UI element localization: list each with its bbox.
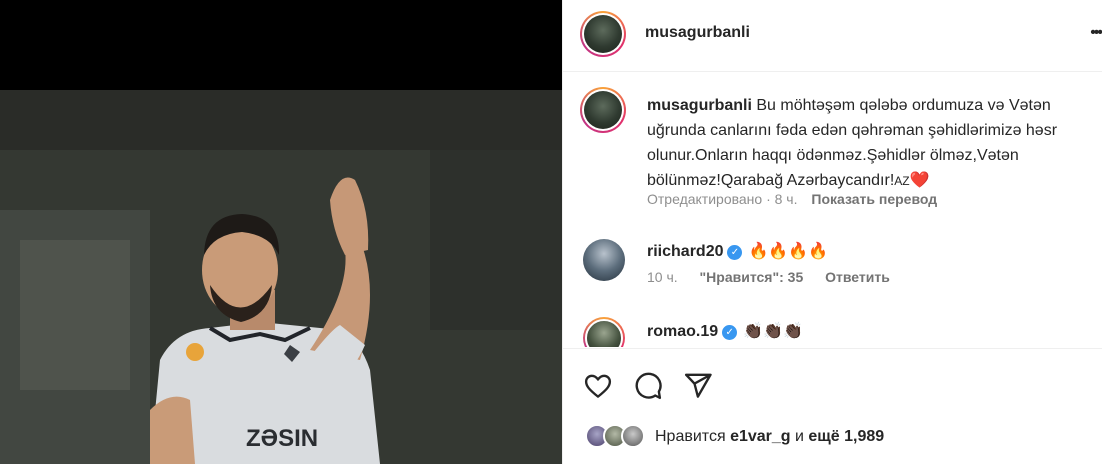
- share-icon[interactable]: [683, 371, 713, 401]
- comment-avatar[interactable]: [583, 317, 625, 347]
- likes-prefix: Нравится: [655, 428, 726, 445]
- caption-body: musagurbanli Bu möhtəşəm qələbə ordumuza…: [647, 93, 1087, 194]
- caption-meta: Отредактировано · 8 ч. Показать перевод: [647, 191, 937, 207]
- comment-icon[interactable]: [633, 371, 663, 401]
- comment-likes-count[interactable]: "Нравится": 35: [700, 269, 804, 285]
- liker-avatar: [621, 424, 645, 448]
- heart-icon[interactable]: [583, 371, 613, 401]
- likes-text: Нравится e1var_g и ещё 1,989: [655, 428, 884, 446]
- comment-text: 👏🏿👏🏿👏🏿: [743, 323, 803, 340]
- post-side-panel: musagurbanli ••• musagurbanli Bu möhtəşə…: [562, 0, 1102, 464]
- author-avatar[interactable]: [580, 11, 626, 57]
- post-header: musagurbanli •••: [563, 0, 1102, 72]
- post-actions: Нравится e1var_g и ещё 1,989: [563, 348, 1102, 464]
- comment-line: riichard20 ✓ 🔥🔥🔥🔥: [647, 241, 828, 261]
- comment-line: romao.19 ✓ 👏🏿👏🏿👏🏿: [647, 321, 803, 341]
- caption-edited-time: Отредактировано · 8 ч.: [647, 191, 798, 207]
- caption-username[interactable]: musagurbanli: [647, 97, 752, 114]
- likes-and: и: [795, 428, 804, 445]
- comment-username[interactable]: riichard20: [647, 243, 723, 260]
- see-translation-button[interactable]: Показать перевод: [811, 191, 937, 207]
- caption-suffix: AZ: [894, 174, 910, 188]
- verified-icon: ✓: [727, 245, 743, 260]
- more-options-icon[interactable]: •••: [1090, 24, 1102, 42]
- jersey-sponsor-text: ZƏSIN: [246, 425, 318, 452]
- liked-by-username[interactable]: e1var_g: [730, 428, 791, 445]
- comment-time: 10 ч.: [647, 269, 678, 285]
- comment-reply-button[interactable]: Ответить: [825, 269, 890, 285]
- heart-emoji-icon: ❤️: [909, 172, 930, 189]
- caption-author-avatar[interactable]: [580, 87, 626, 133]
- comment-avatar[interactable]: [583, 239, 625, 281]
- comment-text: 🔥🔥🔥🔥: [748, 243, 829, 260]
- comment-meta: 10 ч. "Нравится": 35 Ответить: [647, 269, 890, 285]
- post-photo: ZƏSIN: [0, 90, 562, 464]
- likes-others-count[interactable]: ещё 1,989: [808, 428, 884, 445]
- comments-section: musagurbanli Bu möhtəşəm qələbə ordumuza…: [563, 73, 1102, 347]
- post-media[interactable]: ZƏSIN: [0, 0, 562, 464]
- author-username[interactable]: musagurbanli: [645, 24, 750, 42]
- verified-icon: ✓: [722, 325, 738, 340]
- comment-username[interactable]: romao.19: [647, 323, 718, 340]
